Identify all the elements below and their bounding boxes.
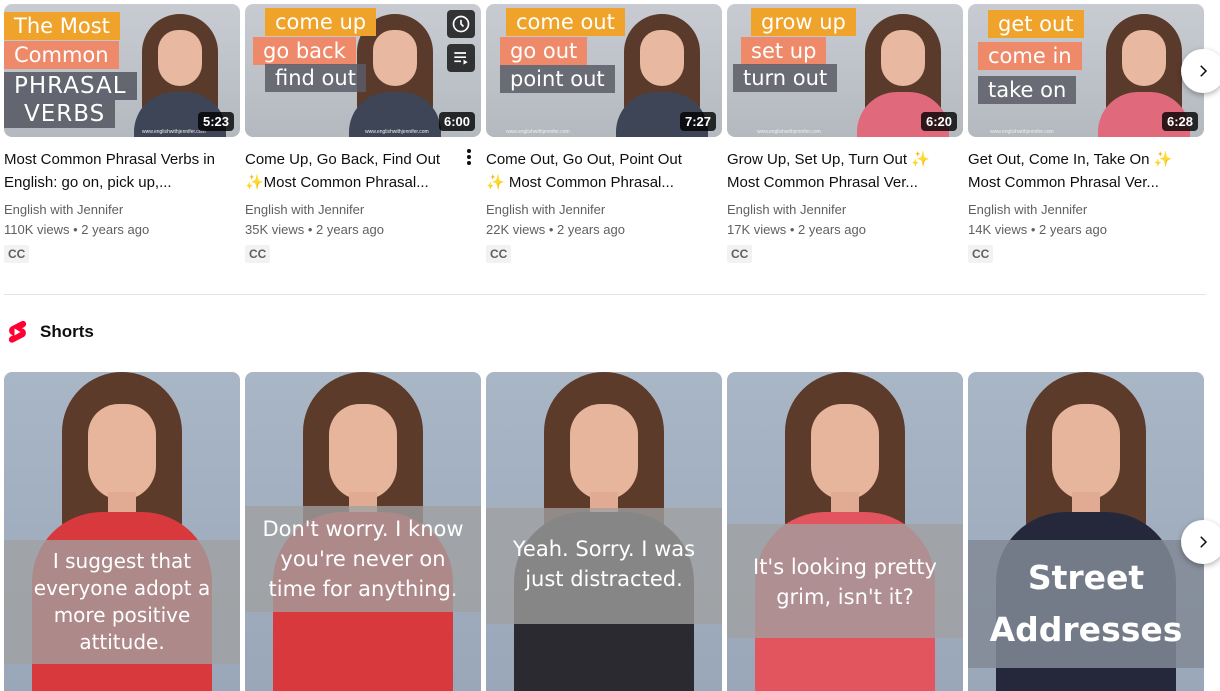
video-title[interactable]: Get Out, Come In, Take On ✨ Most Common … xyxy=(968,148,1184,194)
video-title[interactable]: Come Out, Go Out, Point Out ✨ Most Commo… xyxy=(486,148,702,194)
short-caption: Street Addresses xyxy=(968,540,1204,668)
video-card[interactable]: The Most Common PHRASAL VERBS www.englis… xyxy=(4,4,240,263)
thumb-text: The Most xyxy=(4,12,120,40)
shorts-row: I suggest that everyone adopt a more pos… xyxy=(4,372,1206,691)
watermark: www.englishwithjennifer.com xyxy=(365,129,429,135)
video-thumbnail[interactable]: come out go out point out www.englishwit… xyxy=(486,4,722,137)
duration-badge: 7:27 xyxy=(679,112,716,131)
thumb-text: get out xyxy=(988,10,1084,38)
cc-badge: CC xyxy=(4,245,30,263)
channel-name[interactable]: English with Jennifer xyxy=(486,200,722,220)
chevron-right-icon xyxy=(1200,536,1208,548)
thumb-text: come in xyxy=(978,42,1082,70)
duration-badge: 5:23 xyxy=(197,112,234,131)
video-card[interactable]: get out come in take on www.englishwithj… xyxy=(968,4,1204,263)
short-card[interactable]: Street Addresses xyxy=(968,372,1204,691)
youtube-shorts-icon xyxy=(8,320,27,343)
thumb-text: go out xyxy=(500,37,588,65)
video-meta: 14K views • 2 years ago xyxy=(968,222,1107,237)
short-caption: Yeah. Sorry. I was just distracted. xyxy=(486,508,722,624)
watermark: www.englishwithjennifer.com xyxy=(990,129,1054,135)
thumb-text: find out xyxy=(265,64,366,92)
video-thumbnail[interactable]: The Most Common PHRASAL VERBS www.englis… xyxy=(4,4,240,137)
shorts-header: Shorts xyxy=(6,320,94,344)
watermark: www.englishwithjennifer.com xyxy=(757,129,821,135)
video-meta: 17K views • 2 years ago xyxy=(727,222,866,237)
short-card[interactable]: Don't worry. I know you're never on time… xyxy=(245,372,481,691)
channel-name[interactable]: English with Jennifer xyxy=(4,200,240,220)
thumb-text: point out xyxy=(500,65,615,93)
channel-name[interactable]: English with Jennifer xyxy=(968,200,1204,220)
short-caption: Don't worry. I know you're never on time… xyxy=(245,506,481,612)
video-meta: 22K views • 2 years ago xyxy=(486,222,625,237)
add-to-queue-button[interactable] xyxy=(447,44,475,72)
chevron-right-icon xyxy=(1200,65,1208,77)
video-thumbnail[interactable]: get out come in take on www.englishwithj… xyxy=(968,4,1204,137)
more-actions-button[interactable] xyxy=(463,147,475,171)
short-caption: It's looking pretty grim, isn't it? xyxy=(727,524,963,638)
video-card[interactable]: come up go back find out www.englishwith… xyxy=(245,4,481,263)
video-title[interactable]: Grow Up, Set Up, Turn Out ✨ Most Common … xyxy=(727,148,943,194)
thumb-text: turn out xyxy=(733,64,838,92)
duration-badge: 6:00 xyxy=(438,112,475,131)
shorts-label: Shorts xyxy=(40,322,94,341)
video-title[interactable]: Most Common Phrasal Verbs in English: go… xyxy=(4,148,220,194)
video-thumbnail[interactable]: grow up set up turn out www.englishwithj… xyxy=(727,4,963,137)
short-caption: I suggest that everyone adopt a more pos… xyxy=(4,540,240,664)
video-meta: 110K views • 2 years ago xyxy=(4,222,150,237)
video-title[interactable]: Come Up, Go Back, Find Out ✨Most Common … xyxy=(245,148,461,194)
cc-badge: CC xyxy=(727,245,753,263)
short-card[interactable]: It's looking pretty grim, isn't it? xyxy=(727,372,963,691)
duration-badge: 6:20 xyxy=(920,112,957,131)
short-card[interactable]: Yeah. Sorry. I was just distracted. xyxy=(486,372,722,691)
thumb-text: go back xyxy=(253,37,356,65)
section-divider xyxy=(4,294,1206,295)
video-meta: 35K views • 2 years ago xyxy=(245,222,384,237)
thumb-text: take on xyxy=(978,76,1077,104)
watermark: www.englishwithjennifer.com xyxy=(506,129,570,135)
thumb-text: set up xyxy=(741,37,827,65)
clock-icon xyxy=(452,15,470,33)
video-card[interactable]: come out go out point out www.englishwit… xyxy=(486,4,722,263)
channel-name[interactable]: English with Jennifer xyxy=(245,200,481,220)
video-thumbnail[interactable]: come up go back find out www.englishwith… xyxy=(245,4,481,137)
thumb-text: PHRASAL xyxy=(4,72,137,100)
channel-name[interactable]: English with Jennifer xyxy=(727,200,963,220)
thumb-text: come up xyxy=(265,8,377,36)
more-vert-icon xyxy=(463,149,475,165)
watch-later-button[interactable] xyxy=(447,10,475,38)
duration-badge: 6:28 xyxy=(1161,112,1198,131)
video-card[interactable]: grow up set up turn out www.englishwithj… xyxy=(727,4,963,263)
short-card[interactable]: I suggest that everyone adopt a more pos… xyxy=(4,372,240,691)
thumb-text: VERBS xyxy=(4,100,116,128)
cc-badge: CC xyxy=(968,245,994,263)
next-videos-button[interactable] xyxy=(1181,49,1220,93)
thumb-text: grow up xyxy=(751,8,856,36)
cc-badge: CC xyxy=(486,245,512,263)
watermark: www.englishwithjennifer.com xyxy=(142,129,206,135)
next-shorts-button[interactable] xyxy=(1181,520,1220,564)
cc-badge: CC xyxy=(245,245,271,263)
video-row: The Most Common PHRASAL VERBS www.englis… xyxy=(4,4,1206,266)
thumb-text: Common xyxy=(4,41,119,69)
queue-icon xyxy=(454,52,468,65)
thumb-text: come out xyxy=(506,8,625,36)
